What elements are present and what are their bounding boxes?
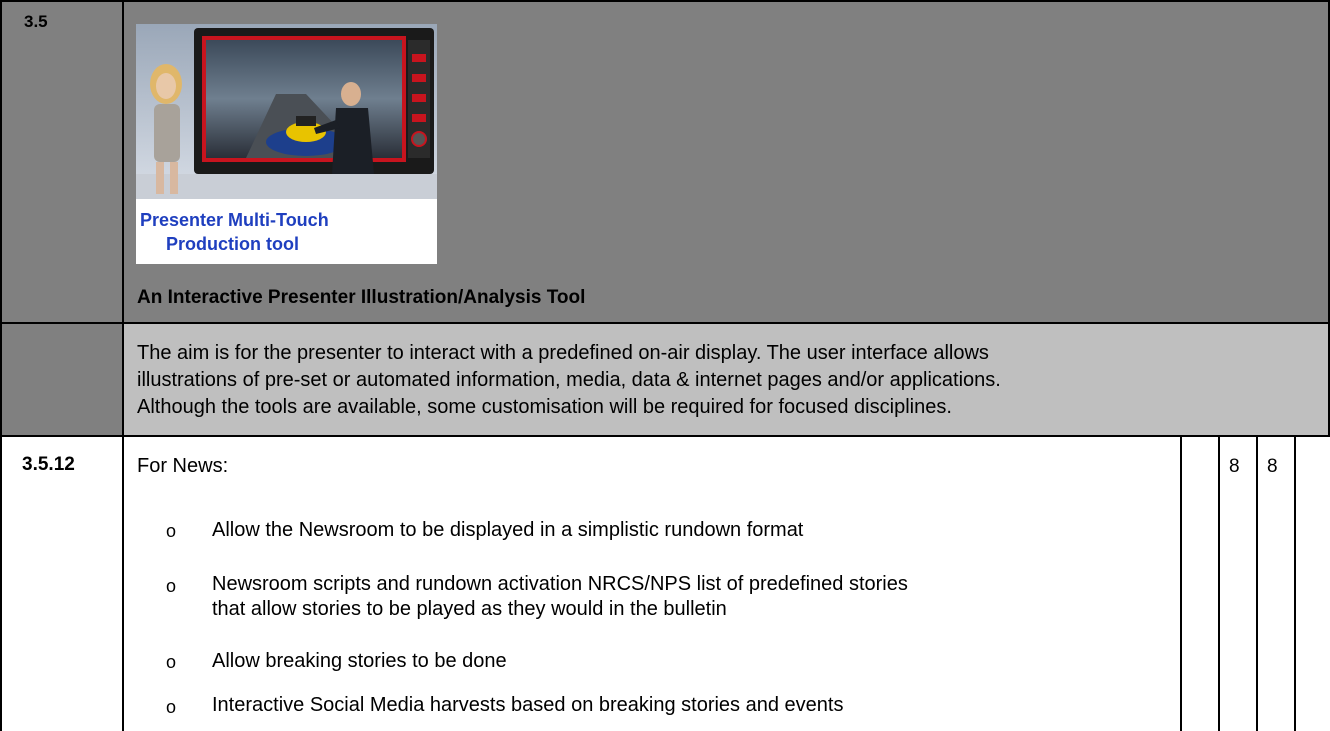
column-divider-4	[1256, 437, 1258, 731]
section-number: 3.5	[24, 12, 48, 31]
row-divider-1	[0, 322, 1330, 324]
section-subtitle: An Interactive Presenter Illustration/An…	[137, 287, 586, 308]
presenter-screen-illustration: Presenter Multi-Touch Production tool	[136, 24, 437, 264]
description-number-cell	[1, 324, 122, 435]
row-divider-2	[0, 435, 1330, 437]
bullet-marker: o	[166, 697, 177, 717]
section-number-cell	[1, 1, 122, 322]
description-line: illustrations of pre-set or automated in…	[137, 369, 1001, 391]
table-border-left	[0, 0, 2, 731]
table-border-top	[0, 0, 1330, 2]
bullet-marker: o	[166, 652, 177, 672]
requirement-item-continued: that allow stories to be played as they …	[212, 598, 727, 620]
score-a: 8	[1229, 456, 1240, 477]
column-divider-5	[1294, 437, 1296, 731]
presenter-tool-image: Presenter Multi-Touch Production tool	[136, 24, 437, 264]
svg-text:Presenter Multi-Touch: Presenter Multi-Touch	[140, 210, 329, 230]
score-b: 8	[1267, 456, 1278, 477]
description-line: The aim is for the presenter to interact…	[137, 342, 989, 364]
requirement-heading: For News:	[137, 455, 229, 477]
bullet-marker: o	[166, 576, 177, 596]
description-paragraph: The aim is for the presenter to interact…	[137, 340, 1322, 421]
document-page: 3.5 Presenter Multi-Touch Production too…	[0, 0, 1330, 731]
svg-text:Production tool: Production tool	[166, 234, 299, 254]
requirement-item: Interactive Social Media harvests based …	[212, 694, 844, 716]
requirement-item: Newsroom scripts and rundown activation …	[212, 573, 908, 595]
requirement-item: Allow the Newsroom to be displayed in a …	[212, 519, 804, 541]
description-line: Although the tools are available, some c…	[137, 396, 952, 418]
bullet-marker: o	[166, 521, 177, 541]
column-divider-2	[1180, 437, 1182, 731]
requirement-number: 3.5.12	[22, 454, 75, 475]
column-divider-1	[122, 0, 124, 731]
requirement-item: Allow breaking stories to be done	[212, 650, 507, 672]
column-divider-3	[1218, 437, 1220, 731]
